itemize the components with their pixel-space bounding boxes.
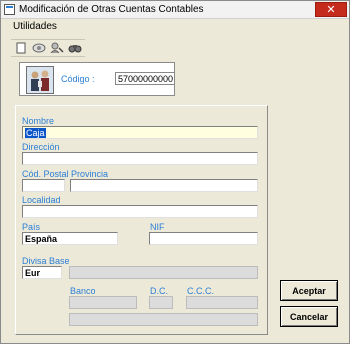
aceptar-label: Aceptar bbox=[292, 285, 326, 296]
dialog-window: Modificación de Otras Cuentas Contables … bbox=[0, 0, 350, 344]
nombre-value: Caja bbox=[25, 128, 46, 138]
pais-field[interactable]: España bbox=[22, 232, 118, 245]
divisa-desc-field bbox=[69, 266, 258, 279]
cancelar-label: Cancelar bbox=[289, 311, 329, 322]
dc-label: D.C. bbox=[150, 286, 168, 296]
direccion-label: Dirección bbox=[22, 142, 60, 152]
pais-label: País bbox=[22, 222, 41, 232]
nombre-field[interactable]: Caja bbox=[22, 126, 258, 139]
localidad-field[interactable] bbox=[22, 205, 258, 218]
codigo-label: Código : bbox=[61, 74, 95, 84]
app-icon bbox=[4, 4, 15, 15]
cod-postal-field[interactable] bbox=[22, 179, 65, 192]
menu-utilidades[interactable]: Utilidades bbox=[13, 21, 57, 32]
toolbar bbox=[11, 39, 85, 57]
people-icon bbox=[26, 66, 54, 94]
window-title: Modificación de Otras Cuentas Contables bbox=[19, 4, 204, 15]
banco-label: Banco bbox=[70, 286, 96, 296]
form-panel: Nombre Caja Dirección Cód. Postal Provin… bbox=[15, 105, 268, 335]
dc-field bbox=[149, 296, 173, 309]
nombre-label: Nombre bbox=[22, 116, 55, 126]
cod-postal-label: Cód. Postal bbox=[22, 169, 69, 179]
new-document-icon[interactable] bbox=[13, 40, 29, 56]
aceptar-button[interactable]: Aceptar bbox=[280, 280, 338, 301]
ccc-label: C.C.C. bbox=[187, 286, 214, 296]
direccion-field[interactable] bbox=[22, 152, 258, 165]
ccc-field bbox=[186, 296, 258, 309]
nif-label: NIF bbox=[150, 222, 165, 232]
menu-utilidades-label: Utilidades bbox=[13, 21, 57, 32]
binoculars-icon[interactable] bbox=[67, 40, 83, 56]
divisa-field[interactable]: Eur bbox=[22, 266, 62, 279]
title-bar: Modificación de Otras Cuentas Contables … bbox=[1, 1, 349, 19]
banco-field bbox=[69, 296, 137, 309]
account-header-card: Código : 57000000000 bbox=[19, 62, 175, 96]
close-icon: ✕ bbox=[326, 4, 336, 16]
codigo-field: 57000000000 bbox=[115, 72, 175, 85]
cancelar-button[interactable]: Cancelar bbox=[280, 306, 338, 327]
localidad-label: Localidad bbox=[22, 195, 61, 205]
menu-bar: Utilidades bbox=[1, 19, 349, 35]
account-extra-field bbox=[69, 313, 258, 326]
provincia-field[interactable] bbox=[70, 179, 258, 192]
close-button[interactable]: ✕ bbox=[315, 2, 347, 17]
nif-field[interactable] bbox=[149, 232, 258, 245]
search-person-icon[interactable] bbox=[49, 40, 65, 56]
divisa-label: Divisa Base bbox=[22, 256, 70, 266]
provincia-label: Provincia bbox=[71, 169, 109, 179]
view-icon[interactable] bbox=[31, 40, 47, 56]
